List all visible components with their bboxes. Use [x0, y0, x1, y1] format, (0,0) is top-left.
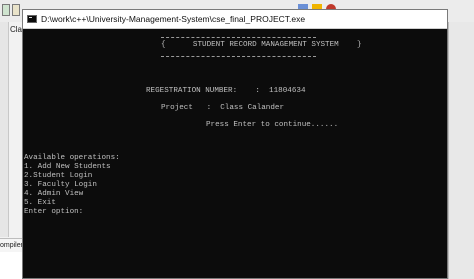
banner-top-rule [161, 37, 316, 38]
banner-title: { STUDENT RECORD MANAGEMENT SYSTEM } [161, 41, 362, 49]
console-output[interactable]: { STUDENT RECORD MANAGEMENT SYSTEM } REG… [23, 29, 447, 278]
input-prompt[interactable]: Enter option: [24, 208, 83, 217]
toolbar-icons [0, 4, 24, 18]
console-app-icon [27, 15, 37, 23]
console-titlebar[interactable]: D:\work\c++\University-Management-System… [23, 10, 447, 29]
option-student-login: 2.Student Login [24, 172, 93, 180]
bottom-panel [0, 252, 22, 279]
banner-bottom-rule [161, 56, 316, 57]
file-icon[interactable] [12, 4, 20, 16]
compiler-tab[interactable]: ompiler [0, 238, 23, 253]
window-title: D:\work\c++\University-Management-System… [41, 14, 306, 24]
registration-number: REGESTRATION NUMBER: : 11804634 [146, 87, 306, 95]
option-faculty-login: 3. Faculty Login [24, 181, 97, 189]
option-exit: 5. Exit [24, 199, 56, 207]
project-name: Project : Class Calander [161, 104, 285, 112]
option-add-students: 1. Add New Students [24, 163, 111, 171]
console-window[interactable]: D:\work\c++\University-Management-System… [22, 9, 448, 279]
option-admin-view: 4. Admin View [24, 190, 84, 198]
press-enter-message: Press Enter to continue...... [206, 121, 339, 129]
file-icon[interactable] [2, 4, 10, 16]
panel-gutter [0, 22, 9, 237]
editor-scroll-area [448, 22, 474, 279]
operations-header: Available operations: [24, 154, 120, 162]
